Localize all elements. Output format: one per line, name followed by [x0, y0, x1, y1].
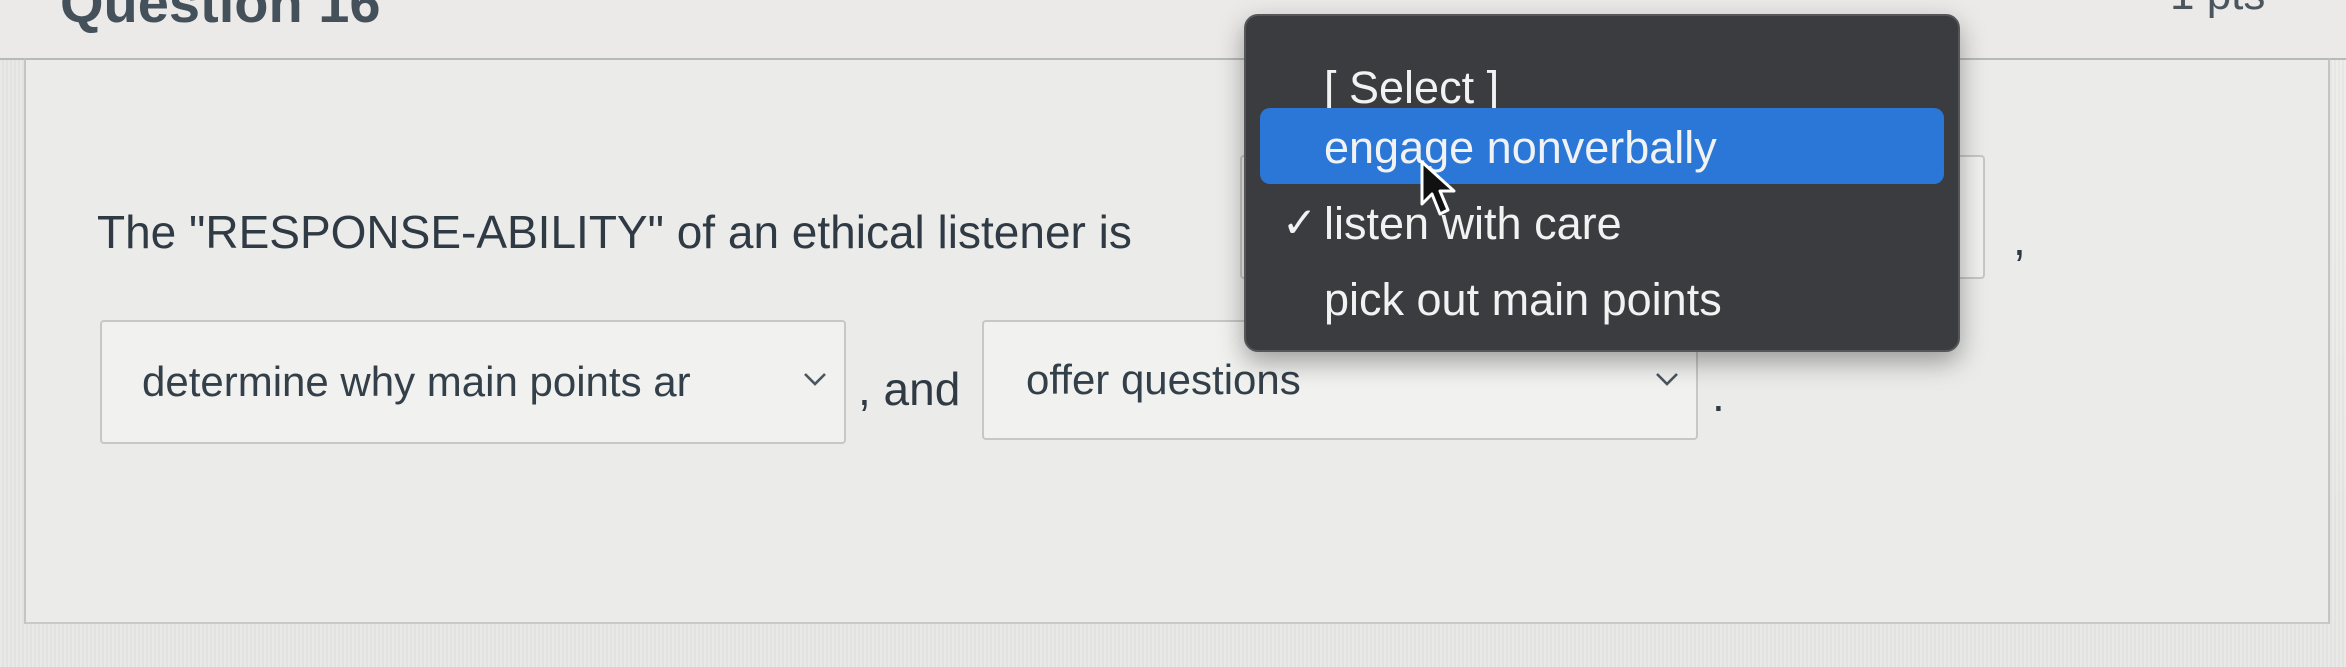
dropdown-menu[interactable]: [ Select ] engage nonverbally ✓ listen w… — [1244, 14, 1960, 352]
dropdown-option-pick-out-main-points[interactable]: pick out main points — [1260, 260, 1944, 336]
question-text: The "RESPONSE-ABILITY" of an ethical lis… — [97, 206, 1132, 258]
chevron-down-icon — [1656, 373, 1678, 386]
question-header: Question 16 1 pts — [0, 0, 2346, 60]
dropdown-option-engage-nonverbally[interactable]: engage nonverbally — [1260, 108, 1944, 184]
select-response-2-value: determine why main points ar — [142, 358, 691, 405]
checkmark-icon: ✓ — [1282, 199, 1318, 246]
select-response-3-value: offer questions — [1026, 356, 1301, 403]
question-points: 1 pts — [2170, 0, 2265, 20]
select-response-2[interactable]: determine why main points ar — [100, 320, 846, 444]
dropdown-option-label: pick out main points — [1324, 274, 1722, 325]
dropdown-option-label: [ Select ] — [1324, 62, 1500, 113]
dropdown-option-listen-with-care[interactable]: ✓ listen with care — [1260, 184, 1944, 260]
dropdown-option-label: engage nonverbally — [1324, 122, 1717, 173]
period-text: . — [1712, 369, 1725, 421]
chevron-down-icon — [804, 373, 826, 386]
and-text: , and — [858, 363, 961, 415]
dropdown-option-label: listen with care — [1324, 198, 1622, 249]
comma-text: , — [2013, 213, 2026, 265]
question-title: Question 16 — [60, 0, 381, 34]
mouse-cursor-icon — [1420, 160, 1456, 216]
